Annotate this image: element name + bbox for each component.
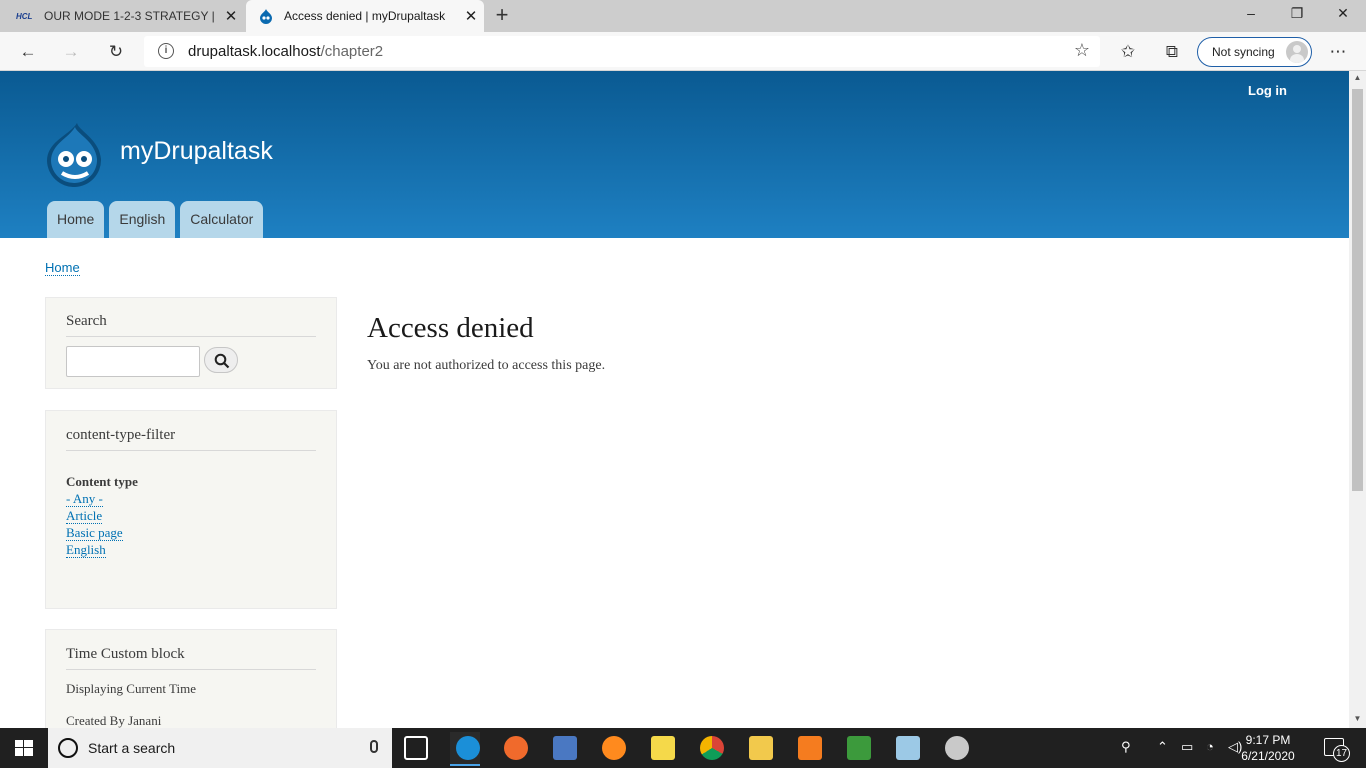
- address-bar[interactable]: i drupaltask.localhost/chapter2 ☆: [144, 36, 1100, 67]
- firefox-icon[interactable]: [602, 736, 626, 760]
- task-view-icon[interactable]: [404, 736, 428, 760]
- favorites-icon[interactable]: ✩: [1115, 39, 1141, 65]
- chart-app-icon[interactable]: [847, 736, 871, 760]
- windows-start-icon[interactable]: [0, 728, 48, 768]
- battery-icon[interactable]: ▭: [1181, 739, 1193, 755]
- filter-option-any[interactable]: - Any -: [66, 492, 103, 507]
- postman-icon[interactable]: [504, 736, 528, 760]
- scrollbar-thumb[interactable]: [1352, 89, 1363, 491]
- close-tab-icon[interactable]: ✕: [218, 7, 244, 25]
- sticky-notes-icon[interactable]: [651, 736, 675, 760]
- remote-desktop-icon[interactable]: [553, 736, 577, 760]
- taskbar-search-placeholder: Start a search: [88, 740, 176, 756]
- url-text[interactable]: drupaltask.localhost/chapter2: [188, 43, 383, 60]
- tab-hcl-strategy[interactable]: HCL OUR MODE 1-2-3 STRATEGY | HCL ✕: [0, 0, 244, 32]
- login-link[interactable]: Log in: [1248, 83, 1287, 98]
- close-window-button[interactable]: ✕: [1320, 0, 1366, 32]
- page-scrollbar[interactable]: ▲ ▼: [1349, 71, 1366, 728]
- wifi-icon[interactable]: ◔: [1206, 739, 1214, 754]
- windows-taskbar: Start a search ⚲ ⌃ ▭ ◔ ◁) 9:17 PM 6/21/2…: [0, 728, 1366, 768]
- search-icon: [214, 353, 230, 369]
- new-tab-button[interactable]: +: [490, 3, 514, 29]
- filter-label: Content type: [66, 474, 138, 489]
- filter-option-article[interactable]: Article: [66, 509, 103, 524]
- drupal-drop-icon: [260, 9, 272, 24]
- favorite-star-icon[interactable]: ☆: [1074, 40, 1090, 61]
- close-tab-icon[interactable]: ✕: [458, 7, 484, 25]
- search-input[interactable]: [66, 346, 200, 377]
- hcl-logo-icon: HCL: [16, 11, 33, 21]
- scroll-down-arrow-icon[interactable]: ▼: [1352, 714, 1363, 723]
- edge-logo-icon: [456, 736, 480, 760]
- nav-item-calculator[interactable]: Calculator: [180, 201, 264, 238]
- scroll-up-arrow-icon[interactable]: ▲: [1352, 73, 1363, 82]
- search-button[interactable]: [204, 347, 238, 373]
- drupal-logo-icon[interactable]: [44, 121, 104, 187]
- time-custom-block: Time Custom block Displaying Current Tim…: [45, 629, 337, 728]
- block-title: Time Custom block: [66, 646, 316, 670]
- taskbar-search-box[interactable]: Start a search: [48, 728, 392, 768]
- refresh-icon[interactable]: ↻: [103, 39, 129, 65]
- cortana-icon: [58, 738, 78, 758]
- profile-label: Not syncing: [1212, 45, 1275, 59]
- chrome-icon[interactable]: [700, 736, 724, 760]
- tab-title: Access denied | myDrupaltask: [284, 9, 446, 23]
- block-title: Search: [66, 313, 316, 337]
- access-denied-message: You are not authorized to access this pa…: [367, 358, 606, 373]
- file-explorer-icon[interactable]: [749, 736, 773, 760]
- more-menu-icon[interactable]: ⋯: [1325, 39, 1351, 65]
- minimize-button[interactable]: –: [1228, 0, 1274, 32]
- site-header: Log in myDrupaltask Home English Calcula…: [0, 71, 1349, 238]
- site-name[interactable]: myDrupaltask: [120, 137, 273, 166]
- clock-time: 9:17 PM: [1245, 733, 1291, 747]
- filter-option-basic-page[interactable]: Basic page: [66, 526, 123, 541]
- microphone-icon[interactable]: [370, 740, 378, 753]
- profile-button[interactable]: Not syncing: [1197, 37, 1312, 67]
- xampp-icon[interactable]: [798, 736, 822, 760]
- clock-date: 6/21/2020: [1241, 749, 1295, 763]
- notepad-icon[interactable]: [896, 736, 920, 760]
- avatar: [1286, 41, 1308, 63]
- nav-item-home[interactable]: Home: [47, 201, 105, 238]
- filter-option-english[interactable]: English: [66, 543, 106, 558]
- taskbar-clock[interactable]: 9:17 PM 6/21/2020: [1228, 732, 1308, 764]
- content-type-filter-block: content-type-filter Content type - Any -…: [45, 410, 337, 609]
- time-block-line: Created By Janani: [66, 713, 162, 728]
- block-title: content-type-filter: [66, 427, 316, 451]
- browser-toolbar: ← → ↻ i drupaltask.localhost/chapter2 ☆ …: [0, 32, 1366, 71]
- collections-icon[interactable]: ⧉: [1159, 39, 1185, 65]
- browser-tab-strip: HCL OUR MODE 1-2-3 STRATEGY | HCL ✕ Acce…: [0, 0, 1366, 32]
- action-center-icon[interactable]: 17: [1324, 738, 1350, 762]
- nav-item-english[interactable]: English: [109, 201, 176, 238]
- forward-arrow-icon[interactable]: →: [58, 39, 84, 65]
- search-block: Search: [45, 297, 337, 389]
- people-icon[interactable]: ⚲: [1121, 739, 1131, 755]
- page-title: Access denied: [367, 312, 534, 344]
- show-hidden-icons-chevron-icon[interactable]: ⌃: [1157, 739, 1168, 755]
- restore-button[interactable]: ❐: [1274, 0, 1320, 32]
- site-info-icon[interactable]: i: [158, 43, 174, 59]
- tab-access-denied[interactable]: Access denied | myDrupaltask ✕: [246, 0, 484, 32]
- back-arrow-icon[interactable]: ←: [15, 39, 41, 65]
- notification-count-badge: 17: [1333, 745, 1350, 762]
- breadcrumb[interactable]: Home: [45, 260, 80, 276]
- main-navigation: Home English Calculator: [47, 201, 264, 238]
- time-block-line: Displaying Current Time: [66, 681, 197, 696]
- paint-icon[interactable]: [945, 736, 969, 760]
- tab-title: OUR MODE 1-2-3 STRATEGY | HCL: [44, 9, 218, 23]
- web-page: Log in myDrupaltask Home English Calcula…: [0, 71, 1349, 728]
